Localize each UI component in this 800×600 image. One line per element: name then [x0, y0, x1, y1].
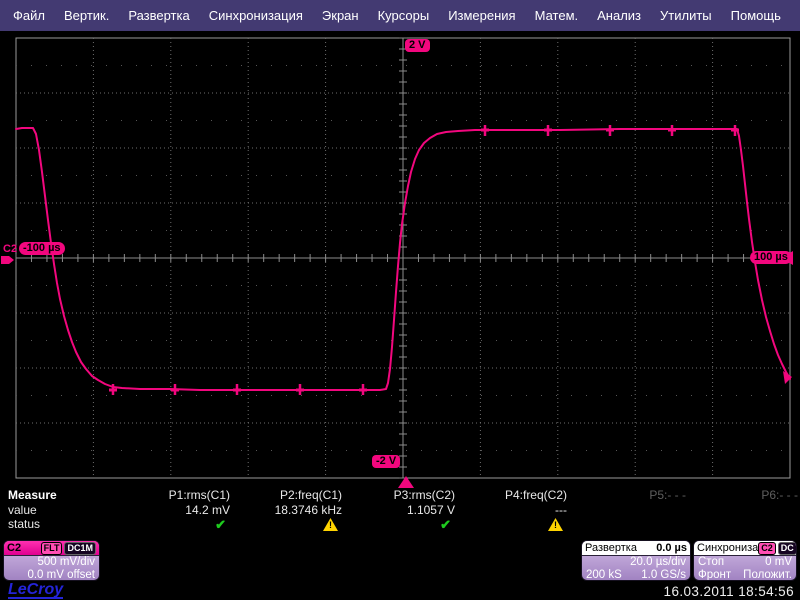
trigger-edge-label: Фронт — [698, 568, 732, 581]
measure-p6-label[interactable]: P6:- - - — [686, 488, 798, 502]
measure-label-row: Measure P1:rms(C1) P2:freq(C1) P3:rms(C2… — [0, 488, 800, 502]
measure-row-title: Measure — [8, 488, 57, 502]
timebase-rate: 1.0 GS/s — [641, 568, 686, 581]
measure-p5-label[interactable]: P5:- - - — [574, 488, 686, 502]
right-time-marker[interactable]: 100 µs — [750, 251, 792, 264]
measure-p4-value: --- — [555, 503, 567, 517]
trigger-edge: Положит. — [743, 568, 792, 581]
value-row-title: value — [8, 503, 37, 517]
timebase-title: Развертка — [585, 542, 637, 554]
timebase-sampling: 200 kS 1.0 GS/s — [582, 568, 690, 581]
timebase-per-div: 20.0 µs/div — [630, 556, 686, 568]
filter-badge: FLT — [40, 541, 63, 555]
left-time-marker[interactable]: -100 µs — [19, 242, 65, 255]
timebase-samples: 200 kS — [586, 568, 622, 581]
oscilloscope-screen: Файл Вертик. Развертка Синхронизация Экр… — [0, 0, 800, 600]
trigger-edge-row: Фронт Положит. — [694, 568, 796, 581]
bottom-level-marker[interactable]: -2 V — [372, 455, 401, 468]
lecroy-logo: LeCroy — [8, 581, 64, 599]
timebase-descriptor[interactable]: Развертка 0.0 µs 20.0 µs/div 200 kS 1.0 … — [581, 540, 691, 581]
measure-p1-value: 14.2 mV — [185, 503, 230, 517]
timebase-delay: 0.0 µs — [656, 542, 687, 554]
trigger-mode-row: Стоп 0 mV — [694, 556, 796, 569]
measure-p3-label[interactable]: P3:rms(C2) — [343, 488, 455, 502]
trigger-title: Синхрониза — [697, 542, 759, 554]
channel-volts-per-div: 500 mV/div — [37, 556, 95, 568]
measure-p1-status: ✔ — [118, 517, 230, 533]
measure-p1-label[interactable]: P1:rms(C1) — [118, 488, 230, 502]
status-row-title: status — [8, 517, 41, 531]
timebase-header: Развертка 0.0 µs — [582, 541, 690, 556]
measure-p2-label[interactable]: P2:freq(C1) — [230, 488, 342, 502]
warning-icon: ! — [548, 518, 563, 531]
trigger-source-badge: C2 — [758, 541, 776, 555]
channel-c2-header: C2 FLT DC1M — [4, 541, 99, 556]
trigger-header: Синхрониза C2 DC — [694, 541, 796, 556]
trigger-coupling-badge: DC — [777, 541, 796, 555]
datetime-display: 16.03.2011 18:54:56 — [663, 584, 794, 599]
measure-status-row: status ✔ ! ✔ ! — [0, 517, 800, 533]
trigger-level: 0 mV — [765, 556, 792, 568]
coupling-badge: DC1M — [64, 541, 96, 555]
measure-p4-label[interactable]: P4:freq(C2) — [455, 488, 567, 502]
measure-p3-value: 1.1057 V — [406, 503, 455, 517]
trigger-descriptor[interactable]: Синхрониза C2 DC Стоп 0 mV Фронт Положит… — [693, 540, 797, 581]
measure-p4-status: ! — [455, 517, 567, 531]
check-icon: ✔ — [215, 517, 226, 532]
channel-name: C2 — [7, 542, 22, 554]
measure-p2-value: 18.3746 kHz — [274, 503, 342, 517]
check-icon: ✔ — [440, 517, 451, 532]
channel-trace-label: C2 — [3, 243, 18, 255]
channel-offset: 0.0 mV offset — [27, 568, 95, 581]
channel-c2-descriptor[interactable]: C2 FLT DC1M 500 mV/div 0.0 mV offset — [3, 540, 100, 581]
trigger-mode: Стоп — [698, 556, 725, 568]
top-level-marker[interactable]: 2 V — [405, 39, 430, 52]
measure-value-row: value 14.2 mV 18.3746 kHz 1.1057 V --- — [0, 503, 800, 517]
measure-p3-status: ✔ — [343, 517, 455, 533]
measure-p2-status: ! — [230, 517, 342, 531]
warning-icon: ! — [323, 518, 338, 531]
